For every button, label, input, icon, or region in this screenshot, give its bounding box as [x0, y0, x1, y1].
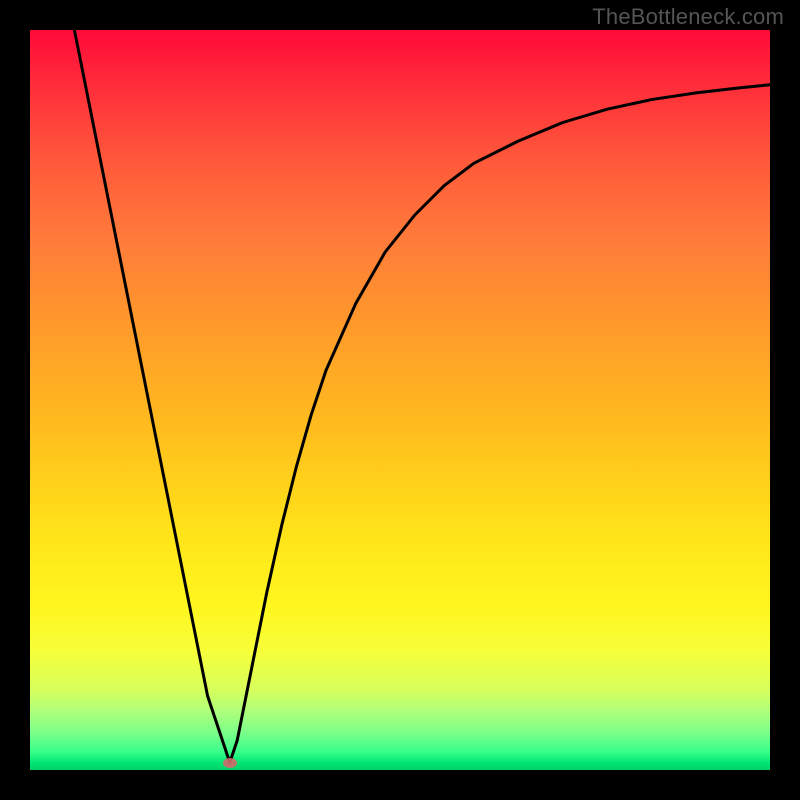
- plot-area: [30, 30, 770, 770]
- bottleneck-curve-path: [74, 30, 770, 763]
- minimum-marker: [223, 758, 237, 768]
- bottleneck-curve-svg: [30, 30, 770, 770]
- chart-frame: TheBottleneck.com: [0, 0, 800, 800]
- watermark-text: TheBottleneck.com: [592, 4, 784, 30]
